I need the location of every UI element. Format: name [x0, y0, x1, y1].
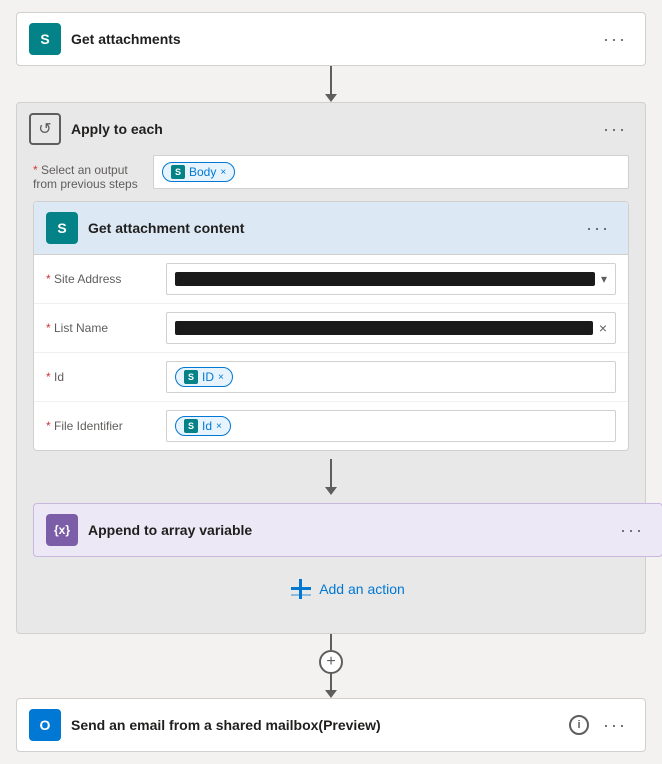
file-id-token-label: Id: [202, 419, 212, 433]
arrow-1: [325, 66, 337, 102]
outlook-icon: O: [29, 709, 61, 741]
flow-container: S Get attachments ··· ↺ Apply to each ··…: [0, 0, 662, 764]
append-more[interactable]: ···: [614, 518, 650, 543]
send-email-info-icon[interactable]: i: [569, 715, 589, 735]
file-id-token: S Id ×: [175, 416, 231, 436]
get-attachments-more[interactable]: ···: [597, 27, 633, 52]
get-attachment-content-title: Get attachment content: [88, 220, 570, 236]
apply-each-title: Apply to each: [71, 121, 587, 137]
select-output-label: * Select an outputfrom previous steps: [33, 155, 143, 191]
get-attachments-card: S Get attachments ···: [16, 12, 646, 66]
file-identifier-input[interactable]: S Id ×: [166, 410, 616, 442]
apply-each-body: * Select an outputfrom previous steps S …: [17, 155, 645, 621]
plus-circle-button[interactable]: +: [319, 650, 343, 674]
get-attachment-content-more[interactable]: ···: [580, 216, 616, 241]
add-action-section: Add an action: [33, 557, 662, 621]
add-action-icon: [291, 579, 311, 599]
add-action-label: Add an action: [319, 581, 405, 597]
plus-connector: +: [319, 634, 343, 698]
append-to-array-card: {x} Append to array variable ···: [33, 503, 662, 557]
get-content-sp-icon: S: [46, 212, 78, 244]
apply-each-more[interactable]: ···: [597, 117, 633, 142]
variable-icon: {x}: [46, 514, 78, 546]
append-title: Append to array variable: [88, 522, 604, 538]
id-token: S ID ×: [175, 367, 233, 387]
send-email-title: Send an email from a shared mailbox(Prev…: [71, 717, 559, 733]
apply-each-container: ↺ Apply to each ··· * Select an outputfr…: [16, 102, 646, 634]
id-input[interactable]: S ID ×: [166, 361, 616, 393]
id-token-close[interactable]: ×: [218, 372, 224, 383]
list-name-label: * List Name: [46, 321, 156, 335]
select-output-input[interactable]: S Body ×: [153, 155, 629, 189]
sharepoint-icon: S: [29, 23, 61, 55]
send-email-header: O Send an email from a shared mailbox(Pr…: [17, 699, 645, 751]
file-identifier-label: * File Identifier: [46, 419, 156, 433]
list-name-redacted: [175, 321, 593, 335]
file-id-token-close[interactable]: ×: [216, 421, 222, 432]
get-attachment-content-card: S Get attachment content ··· * Site Addr…: [33, 201, 629, 451]
site-address-label: * Site Address: [46, 272, 156, 286]
select-output-row: * Select an outputfrom previous steps S …: [33, 155, 629, 191]
site-address-redacted: [175, 272, 595, 286]
body-token: S Body ×: [162, 162, 235, 182]
append-header: {x} Append to array variable ···: [34, 504, 662, 556]
file-id-token-icon: S: [184, 419, 198, 433]
id-row: * Id S ID ×: [34, 353, 628, 402]
arrow-2: [33, 459, 629, 495]
body-token-close[interactable]: ×: [220, 167, 226, 178]
id-token-icon: S: [184, 370, 198, 384]
file-identifier-row: * File Identifier S Id ×: [34, 402, 628, 450]
list-name-clear-icon[interactable]: ×: [599, 320, 607, 336]
body-token-icon: S: [171, 165, 185, 179]
site-address-row: * Site Address ▾: [34, 255, 628, 304]
site-address-input[interactable]: ▾: [166, 263, 616, 295]
send-email-more[interactable]: ···: [597, 713, 633, 738]
get-attachment-content-header: S Get attachment content ···: [34, 202, 628, 255]
list-name-row: * List Name ×: [34, 304, 628, 353]
list-name-input[interactable]: ×: [166, 312, 616, 344]
id-label: * Id: [46, 370, 156, 384]
id-token-label: ID: [202, 370, 214, 384]
get-attachments-header: S Get attachments ···: [17, 13, 645, 65]
body-token-label: Body: [189, 165, 216, 179]
loop-icon: ↺: [29, 113, 61, 145]
site-address-dropdown-icon[interactable]: ▾: [601, 272, 607, 286]
get-attachments-title: Get attachments: [71, 31, 587, 47]
add-action-button[interactable]: Add an action: [271, 569, 425, 609]
apply-each-header: ↺ Apply to each ···: [17, 103, 645, 155]
